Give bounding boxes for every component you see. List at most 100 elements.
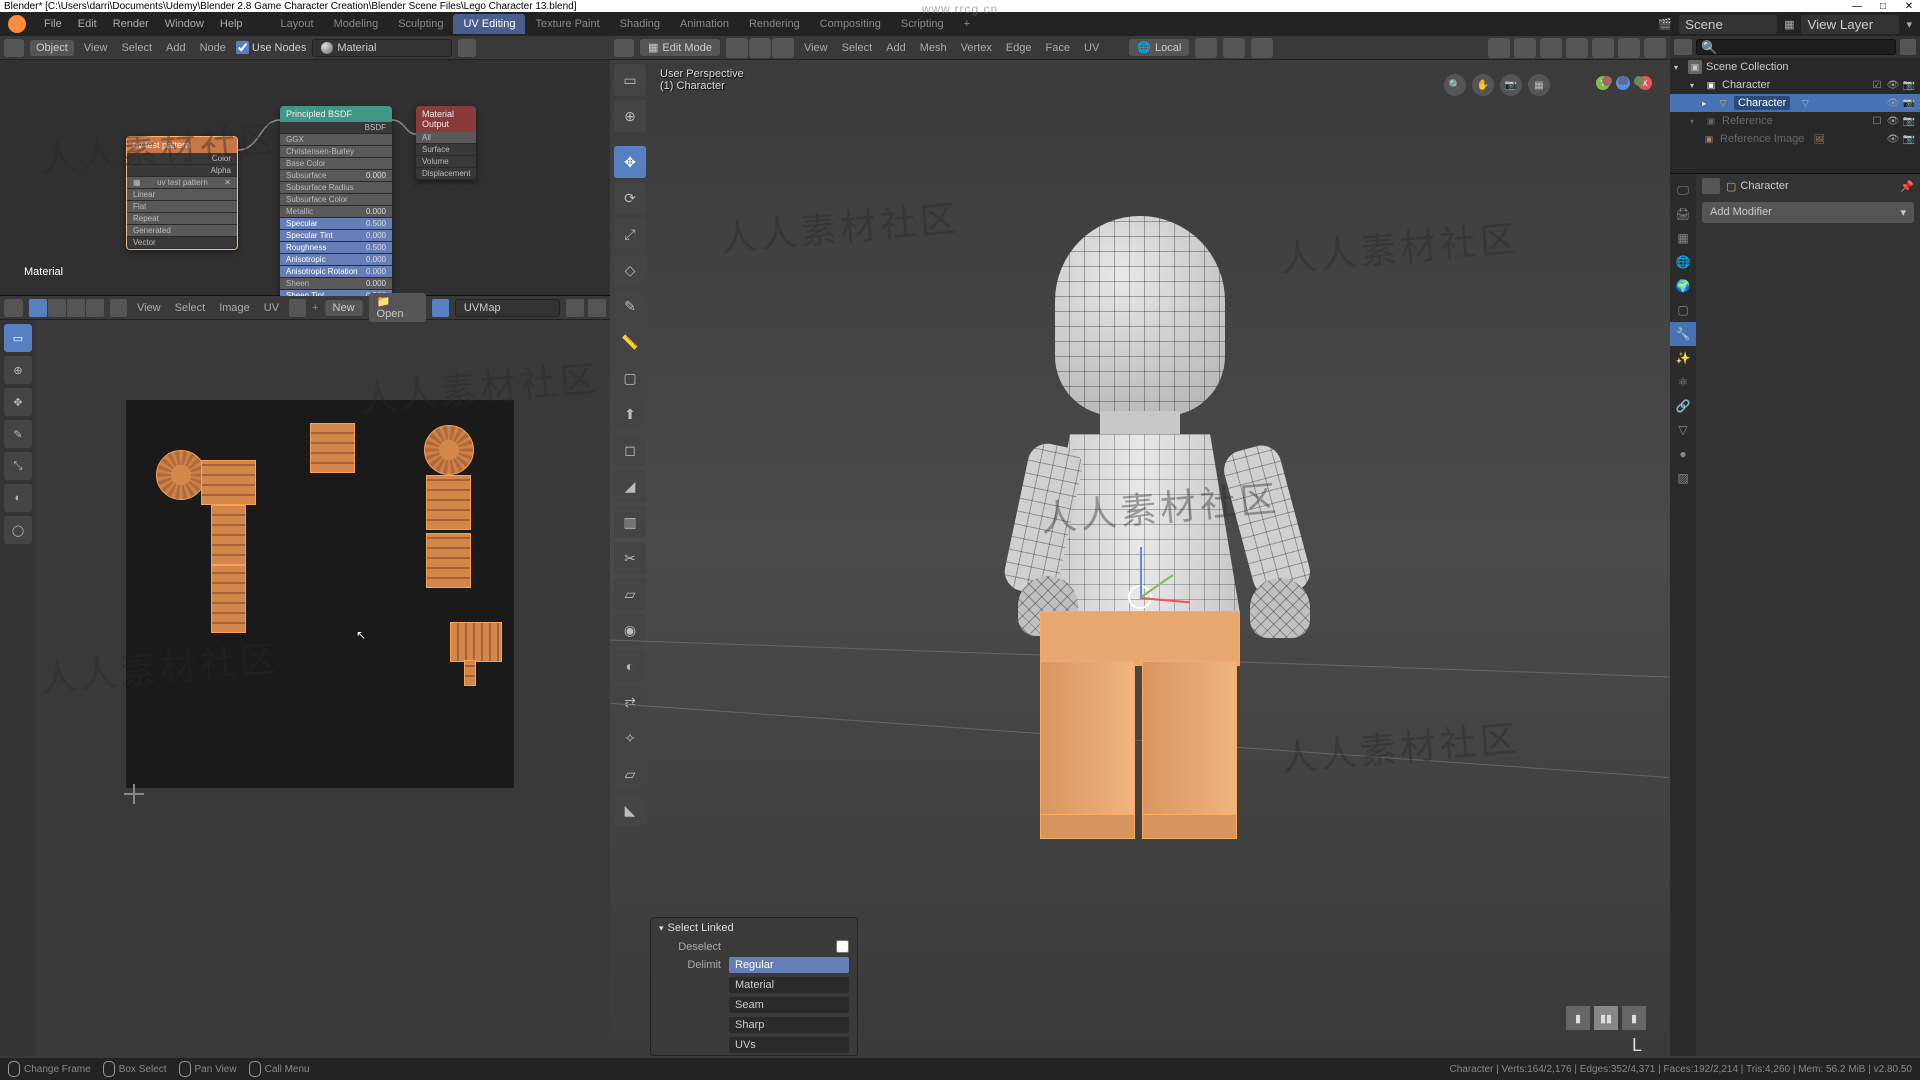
uv-display-options[interactable]	[566, 299, 584, 317]
vp-menu-uv[interactable]: UV	[1080, 42, 1103, 54]
exclude-toggle[interactable]: ☑	[1870, 78, 1884, 92]
node-output-alpha[interactable]: Alpha	[127, 165, 237, 177]
outliner-filter[interactable]	[1900, 39, 1916, 55]
vp-tool-bevel[interactable]: ◢	[614, 470, 646, 502]
vp-menu-mesh[interactable]: Mesh	[916, 42, 951, 54]
uv-menu-view[interactable]: View	[133, 302, 165, 314]
visibility-toggle[interactable]: 👁	[1886, 96, 1900, 110]
prop-tab-mesh[interactable]: ▽	[1670, 418, 1696, 442]
node-input-displacement[interactable]: Displacement	[416, 168, 476, 180]
close-button[interactable]: ✕	[1902, 1, 1916, 12]
scene-name-input[interactable]	[1678, 14, 1778, 35]
pin-icon[interactable]: 📌	[1900, 180, 1914, 193]
outliner-scene-collection[interactable]: ▾▣ Scene Collection	[1670, 58, 1920, 76]
uv-overlays[interactable]	[588, 299, 606, 317]
prop-editor-type[interactable]	[1702, 178, 1720, 194]
nav-zoom-icon[interactable]: 🔍	[1444, 74, 1466, 96]
bsdf-param-subsurface-color[interactable]: Subsurface Color	[280, 194, 392, 206]
tab-scripting[interactable]: Scripting	[891, 14, 954, 34]
uv-vertex-select-mode[interactable]	[29, 299, 47, 317]
bsdf-param-ggx[interactable]: GGX	[280, 134, 392, 146]
orientation-gizmo[interactable]: Z X Y	[1596, 76, 1656, 136]
uv-island[interactable]	[211, 505, 246, 565]
render-toggle[interactable]: 📷	[1902, 78, 1916, 92]
node-output-bsdf[interactable]: BSDF	[280, 122, 392, 134]
filter-icon[interactable]: ▾	[1906, 18, 1912, 31]
tab-add-workspace[interactable]: +	[954, 14, 980, 34]
vp-tool-knife[interactable]: ✂	[614, 542, 646, 574]
edge-select-mode[interactable]	[749, 38, 771, 58]
uv-island-select-mode[interactable]	[86, 299, 104, 317]
visibility-toggle[interactable]: 👁	[1886, 132, 1900, 146]
uv-tool-grab[interactable]: ◐	[4, 484, 32, 512]
uv-editor[interactable]: View Select Image UV + New 📁 Open UVMap …	[0, 296, 610, 1056]
uv-edge-select-mode[interactable]	[48, 299, 66, 317]
vp-menu-face[interactable]: Face	[1042, 42, 1074, 54]
uv-island[interactable]	[426, 475, 471, 530]
delimit-option-uvs[interactable]: UVs	[729, 1037, 849, 1053]
bsdf-param-base-color[interactable]: Base Color	[280, 158, 392, 170]
tab-modeling[interactable]: Modeling	[324, 14, 389, 34]
bsdf-param-roughness[interactable]: Roughness0.500	[280, 242, 392, 254]
vp-menu-vertex[interactable]: Vertex	[957, 42, 996, 54]
transform-gizmo-z[interactable]	[1140, 547, 1142, 597]
add-modifier-dropdown[interactable]: Add Modifier▾	[1702, 202, 1914, 223]
node-menu-node[interactable]: Node	[196, 42, 230, 54]
delimit-option-sharp[interactable]: Sharp	[729, 1017, 849, 1033]
exclude-toggle[interactable]: ☐	[1870, 114, 1884, 128]
uv-tool-rip[interactable]: ⤡	[4, 452, 32, 480]
uv-canvas[interactable]: ↖	[36, 320, 610, 1056]
vp-menu-add[interactable]: Add	[882, 42, 910, 54]
uv-tool-pinch[interactable]: ◯	[4, 516, 32, 544]
vp-tool-shrink[interactable]: ✧	[614, 722, 646, 754]
shading-rendered[interactable]	[1644, 38, 1666, 58]
vp-tool-rip[interactable]: ◣	[614, 794, 646, 826]
viewlayer-name-input[interactable]	[1800, 14, 1900, 35]
gizmo-neg-z[interactable]	[1618, 76, 1628, 86]
uv-menu-select[interactable]: Select	[171, 302, 210, 314]
node-projection[interactable]: Flat	[127, 201, 237, 213]
bsdf-param-anisotropic-rotation[interactable]: Anisotropic Rotation0.000	[280, 266, 392, 278]
uv-image-browse[interactable]	[289, 299, 306, 317]
uv-island[interactable]	[464, 660, 476, 686]
node-texture-select[interactable]: ▦uv test pattern✕	[127, 177, 237, 189]
node-image-texture[interactable]: uv test pattern Color Alpha ▦uv test pat…	[126, 136, 238, 250]
vp-tool-inset[interactable]: ◻	[614, 434, 646, 466]
node-extension[interactable]: Repeat	[127, 213, 237, 225]
delimit-option-material[interactable]: Material	[729, 977, 849, 993]
node-material-output[interactable]: Material Output All Surface Volume Displ…	[416, 106, 476, 180]
vertex-select-mode[interactable]	[726, 38, 748, 58]
tab-animation[interactable]: Animation	[670, 14, 739, 34]
menu-help[interactable]: Help	[212, 18, 251, 30]
prop-tab-viewlayer[interactable]: ▦	[1670, 226, 1696, 250]
gizmo-neg-x[interactable]	[1602, 76, 1612, 86]
uv-new-button[interactable]: New	[325, 300, 363, 316]
prop-tab-texture[interactable]: ▨	[1670, 466, 1696, 490]
uv-island[interactable]	[310, 423, 355, 473]
vp-tool-poly-build[interactable]: ▱	[614, 578, 646, 610]
maximize-button[interactable]: □	[1876, 1, 1890, 12]
menu-edit[interactable]: Edit	[70, 18, 105, 30]
uv-pin-button[interactable]	[432, 299, 449, 317]
node-input-surface[interactable]: Surface	[416, 144, 476, 156]
vp-tool-move[interactable]: ✥	[614, 146, 646, 178]
outliner-display-mode[interactable]	[1674, 39, 1692, 55]
menu-file[interactable]: File	[36, 18, 70, 30]
shading-lookdev[interactable]	[1618, 38, 1640, 58]
gizmo-neg-y[interactable]	[1634, 76, 1644, 86]
uv-open-button[interactable]: 📁 Open	[369, 293, 426, 322]
delimit-option-seam[interactable]: Seam	[729, 997, 849, 1013]
uv-island[interactable]	[156, 450, 206, 500]
overlays-toggle[interactable]	[1514, 38, 1536, 58]
gizmo-toggle[interactable]	[1488, 38, 1510, 58]
outliner-object-character[interactable]: ▸ ▽ Character ▽ 👁📷	[1670, 94, 1920, 112]
tab-uv-editing[interactable]: UV Editing	[453, 14, 525, 34]
bsdf-param-christensen-burley[interactable]: Christensen-Burley	[280, 146, 392, 158]
uv-tool-cursor[interactable]: ⊕	[4, 356, 32, 384]
pin-button[interactable]	[458, 39, 476, 57]
nav-persp-icon[interactable]: ▦	[1528, 74, 1550, 96]
bsdf-param-subsurface[interactable]: Subsurface0.000	[280, 170, 392, 182]
visibility-toggle[interactable]: 👁	[1886, 78, 1900, 92]
node-editor[interactable]: Object View Select Add Node Use Nodes Ma…	[0, 36, 610, 296]
minimize-button[interactable]: —	[1850, 1, 1864, 12]
